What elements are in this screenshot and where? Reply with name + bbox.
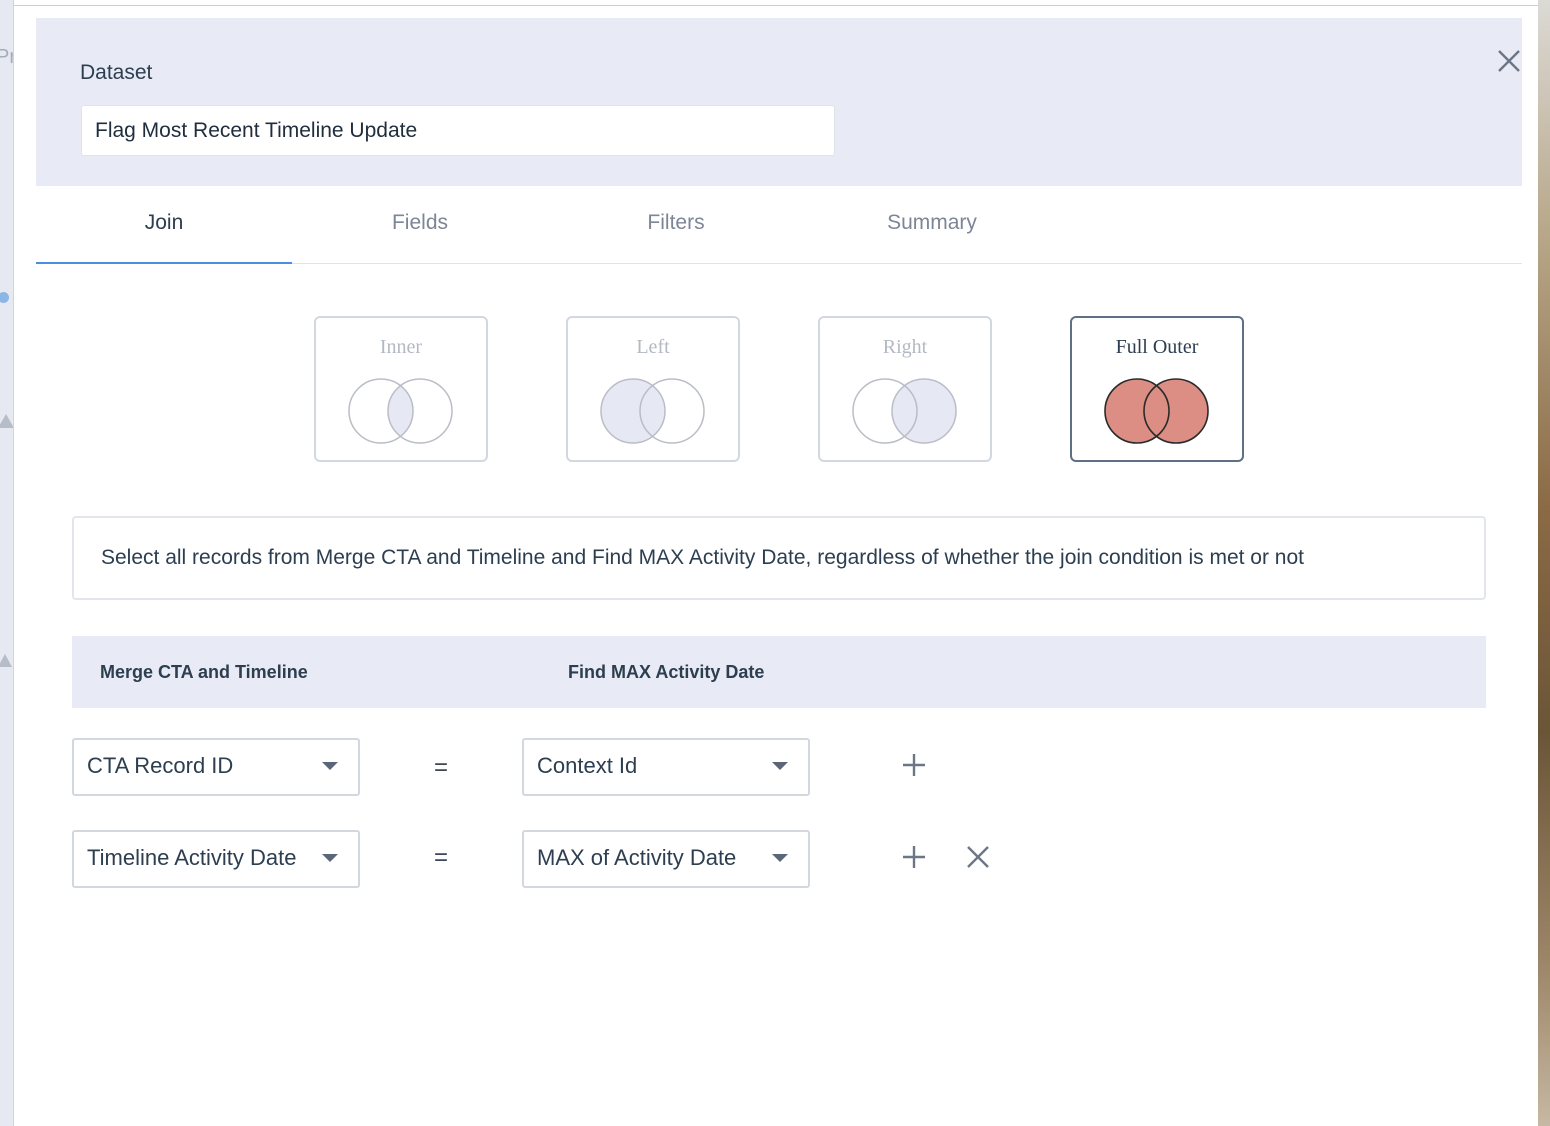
right-field-select[interactable]: MAX of Activity Date: [522, 830, 810, 888]
dataset-name-input[interactable]: [81, 105, 835, 156]
background-desktop-edge: [1538, 0, 1550, 1126]
add-condition-icon[interactable]: [901, 752, 927, 778]
equals-operator: =: [433, 754, 448, 781]
dataset-label: Dataset: [80, 61, 153, 84]
chevron-down-icon: [772, 762, 788, 770]
background-app-left-edge: Pr: [0, 0, 14, 1126]
join-type-label: Full Outer: [1115, 336, 1199, 358]
chevron-down-icon: [322, 854, 338, 862]
join-type-right[interactable]: Right: [818, 316, 992, 462]
background-triangle-icon: [0, 414, 13, 428]
add-condition-icon[interactable]: [901, 844, 927, 870]
dataset-join-modal: Dataset Join Fields Filters Summary Inne…: [14, 6, 1538, 1126]
join-type-label: Left: [636, 336, 670, 358]
join-type-left[interactable]: Left: [566, 316, 740, 462]
close-icon[interactable]: [1496, 48, 1522, 74]
modal-header: Dataset: [36, 18, 1522, 186]
background-triangle-icon: [0, 654, 12, 667]
chevron-down-icon: [772, 854, 788, 862]
tab-join[interactable]: Join: [36, 186, 292, 264]
right-field-value: MAX of Activity Date: [537, 845, 737, 870]
remove-condition-icon[interactable]: [965, 844, 991, 870]
right-field-select[interactable]: Context Id: [522, 738, 810, 796]
tab-fields[interactable]: Fields: [292, 186, 548, 264]
venn-left-icon: [600, 378, 705, 444]
left-field-value: CTA Record ID: [87, 753, 234, 778]
left-field-select[interactable]: Timeline Activity Date: [72, 830, 360, 888]
tab-filters[interactable]: Filters: [548, 186, 804, 264]
tab-bar: Join Fields Filters Summary: [36, 186, 1522, 264]
tab-summary[interactable]: Summary: [804, 186, 1060, 264]
left-field-select[interactable]: CTA Record ID: [72, 738, 360, 796]
background-text-fragment: Pr: [0, 46, 13, 69]
left-dataset-header: Merge CTA and Timeline: [100, 662, 308, 682]
join-type-full-outer[interactable]: Full Outer: [1070, 316, 1244, 462]
join-type-label: Inner: [379, 336, 423, 358]
right-field-value: Context Id: [537, 753, 638, 778]
venn-right-icon: [852, 378, 957, 444]
background-dot-icon: [0, 292, 9, 303]
venn-inner-icon: [348, 378, 453, 444]
left-field-value: Timeline Activity Date: [87, 845, 297, 870]
join-type-label: Right: [882, 336, 928, 358]
right-dataset-header: Find MAX Activity Date: [568, 662, 765, 682]
join-conditions-header: Merge CTA and Timeline Find MAX Activity…: [72, 636, 1486, 708]
equals-operator: =: [433, 844, 448, 871]
chevron-down-icon: [322, 762, 338, 770]
join-description: Select all records from Merge CTA and Ti…: [72, 516, 1486, 600]
venn-full-outer-icon: [1104, 378, 1209, 444]
join-type-inner[interactable]: Inner: [314, 316, 488, 462]
